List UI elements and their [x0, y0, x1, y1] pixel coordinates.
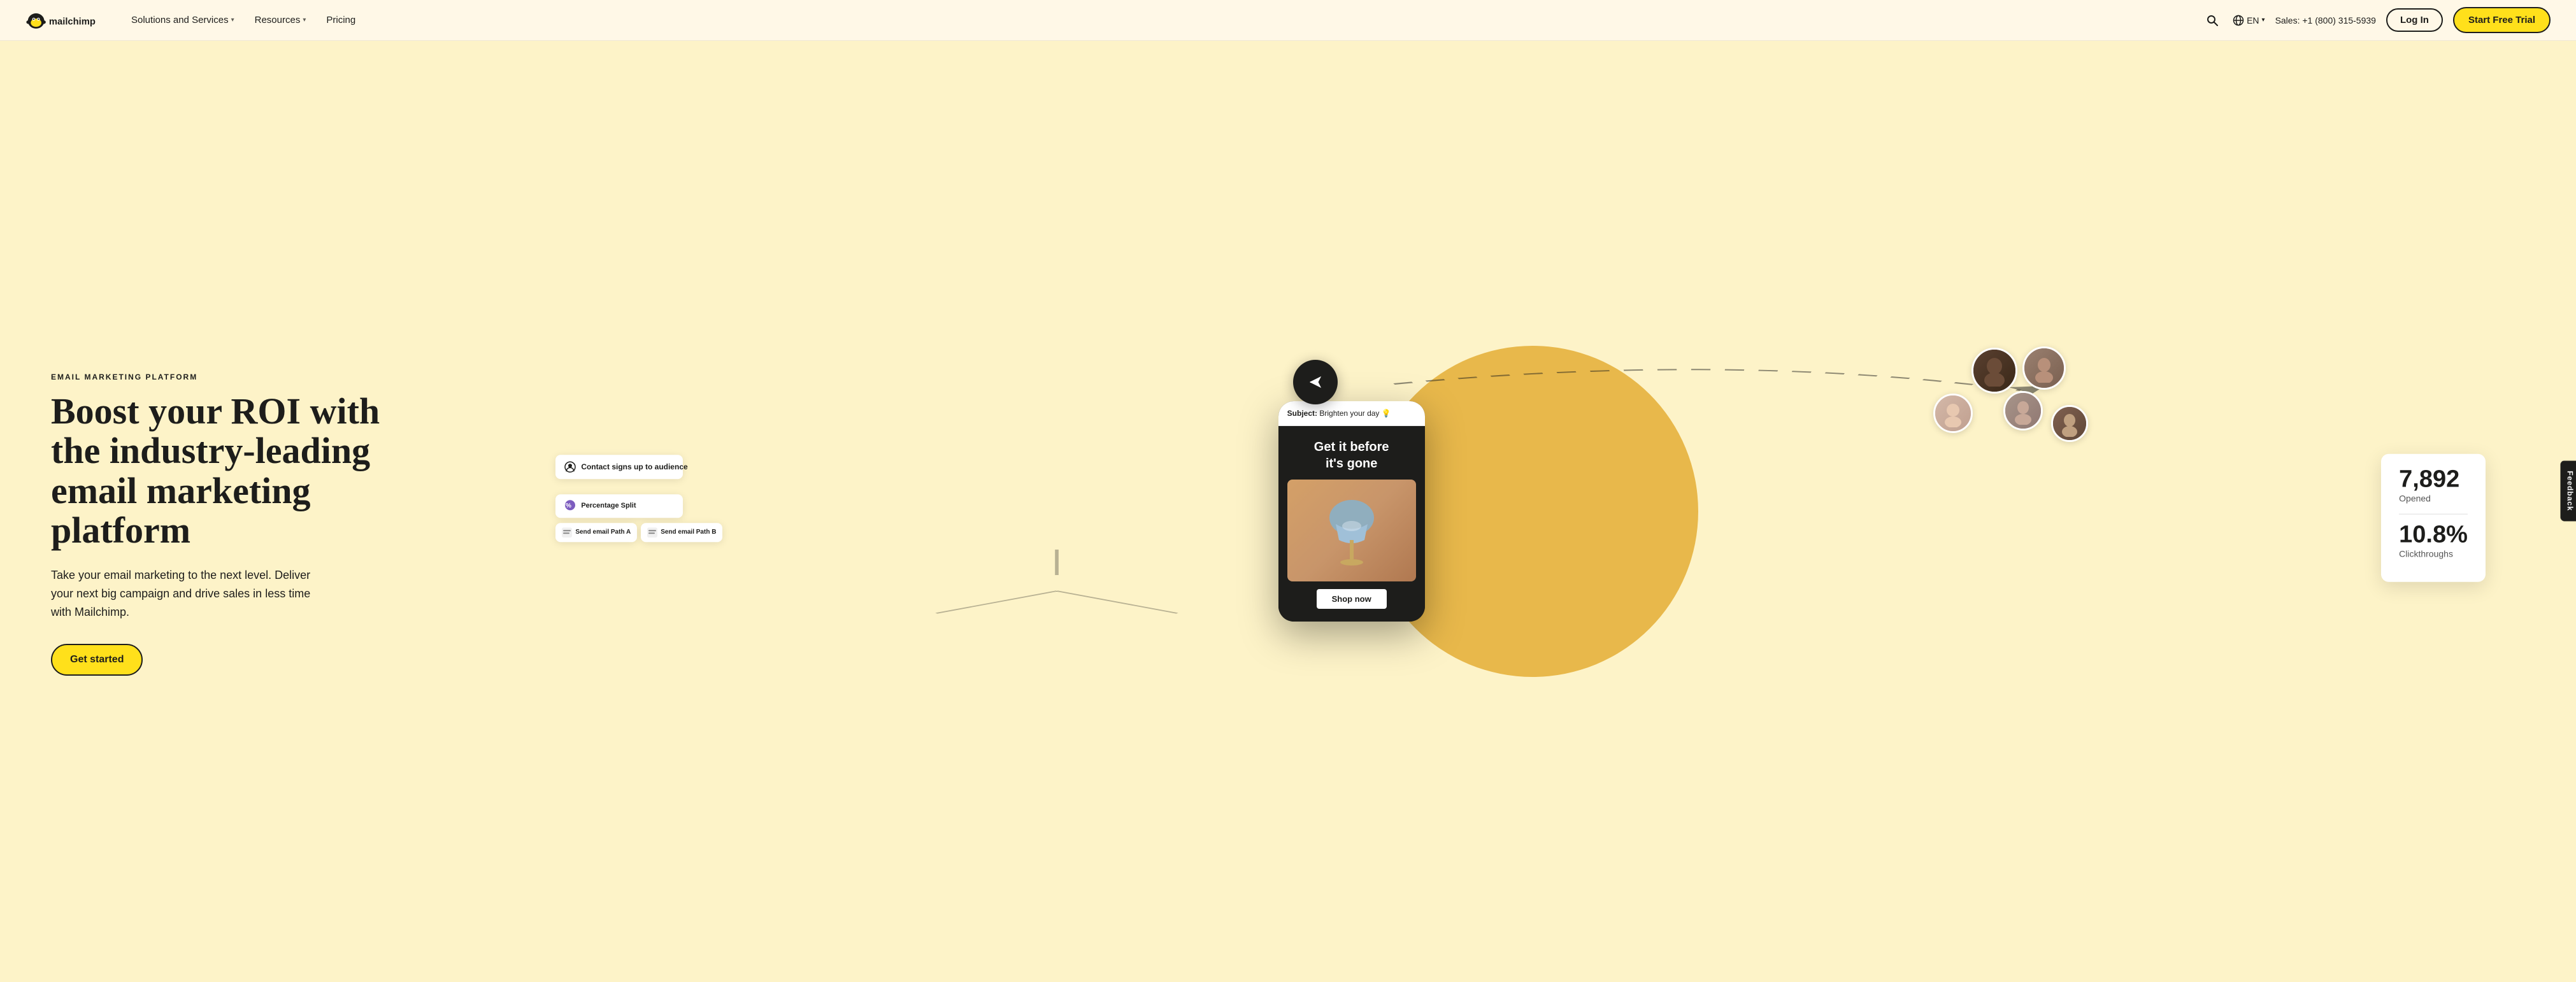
avatar — [2003, 391, 2043, 431]
hero-subtitle: Take your email marketing to the next le… — [51, 566, 331, 621]
nav-right: EN ▾ Sales: +1 (800) 315-5939 Log In Sta… — [2202, 7, 2551, 33]
clickthroughs-number: 10.8% — [2399, 522, 2468, 549]
opened-label: Opened — [2399, 494, 2468, 504]
split-icon: % — [564, 499, 576, 513]
logo[interactable]: mailchimp — [25, 9, 102, 32]
get-started-button[interactable]: Get started — [51, 644, 143, 676]
hero-illustration: Contact signs up to audience % Percentag… — [382, 327, 2551, 696]
avatar — [1933, 394, 1973, 433]
search-button[interactable] — [2202, 10, 2222, 31]
stats-divider — [2399, 514, 2468, 515]
sales-number: Sales: +1 (800) 315-5939 — [2275, 15, 2376, 25]
contact-signup-node: Contact signs up to audience — [555, 455, 683, 479]
path-a-label: Send email Path A — [575, 529, 631, 536]
svg-text:%: % — [566, 502, 571, 509]
start-trial-button[interactable]: Start Free Trial — [2453, 7, 2551, 33]
workflow-area: Contact signs up to audience % Percentag… — [555, 455, 683, 542]
solutions-nav-item[interactable]: Solutions and Services ▾ — [122, 10, 243, 31]
resources-label: Resources — [255, 15, 301, 25]
percentage-node-label: Percentage Split — [581, 502, 636, 510]
solutions-label: Solutions and Services — [131, 15, 229, 25]
opened-number: 7,892 — [2399, 467, 2468, 494]
hero-section: EMAIL MARKETING PLATFORM Boost your ROI … — [0, 41, 2576, 982]
email-subject-bar: Subject: Brighten your day 💡 — [1278, 401, 1425, 426]
email-body: Get it before it's gone — [1278, 426, 1425, 622]
pricing-label: Pricing — [326, 15, 355, 25]
send-email-path-a: Send email Path A — [555, 523, 637, 542]
product-image — [1287, 480, 1416, 581]
send-email-path-b: Send email Path B — [641, 523, 722, 542]
subject-prefix: Subject: — [1287, 409, 1317, 418]
hero-tag: EMAIL MARKETING PLATFORM — [51, 373, 382, 381]
send-icon-circle — [1293, 360, 1338, 404]
lang-label: EN — [2247, 15, 2259, 25]
resources-nav-item[interactable]: Resources ▾ — [246, 10, 315, 31]
shop-now-button[interactable]: Shop now — [1317, 589, 1387, 609]
feedback-tab[interactable]: Feedback — [2560, 460, 2576, 521]
lang-chevron-icon: ▾ — [2262, 17, 2265, 24]
email-headline: Get it before it's gone — [1287, 439, 1416, 472]
login-button[interactable]: Log In — [2386, 8, 2443, 32]
subject-text: Brighten your day 💡 — [1319, 409, 1391, 418]
resources-chevron-icon: ▾ — [303, 17, 306, 24]
svg-text:mailchimp: mailchimp — [49, 17, 96, 27]
avatar — [2051, 405, 2088, 442]
percentage-split-node: % Percentage Split — [555, 494, 683, 518]
language-selector[interactable]: EN ▾ — [2233, 15, 2265, 26]
avatar — [1971, 348, 2017, 394]
clickthroughs-label: Clickthroughs — [2399, 548, 2468, 559]
phone-mockup: Subject: Brighten your day 💡 Get it befo… — [1278, 401, 1425, 622]
solutions-chevron-icon: ▾ — [231, 17, 234, 24]
nav-items: Solutions and Services ▾ Resources ▾ Pri… — [122, 10, 2202, 31]
hero-left: EMAIL MARKETING PLATFORM Boost your ROI … — [51, 347, 382, 676]
avatar — [2022, 346, 2066, 390]
feedback-label: Feedback — [2565, 471, 2574, 511]
stats-card: 7,892 Opened 10.8% Clickthroughs — [2381, 454, 2486, 582]
pricing-nav-item[interactable]: Pricing — [317, 10, 364, 31]
hero-title: Boost your ROI with the industry-leading… — [51, 392, 382, 551]
contact-icon — [564, 460, 576, 474]
avatars-area — [1933, 341, 2073, 456]
main-nav: mailchimp Solutions and Services ▾ Resou… — [0, 0, 2576, 41]
contact-node-label: Contact signs up to audience — [581, 462, 687, 471]
path-b-label: Send email Path B — [661, 529, 716, 536]
